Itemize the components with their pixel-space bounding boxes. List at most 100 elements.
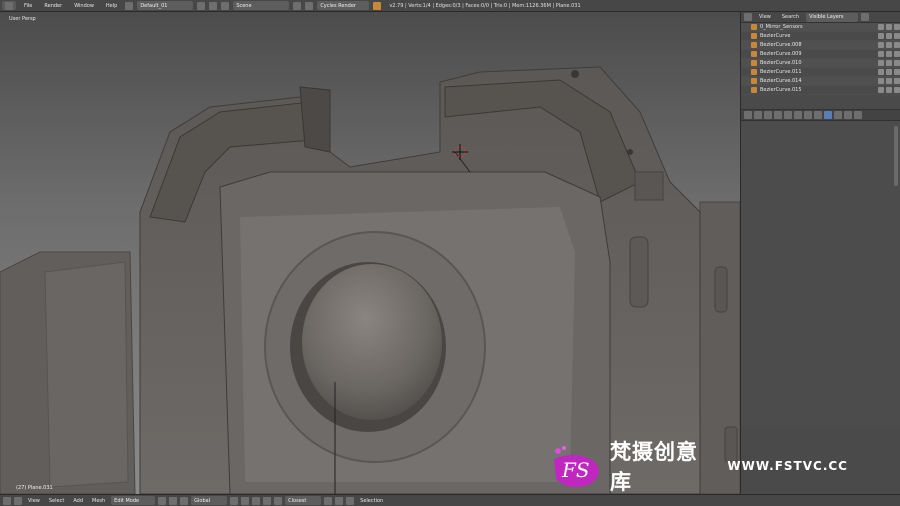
shading-icon[interactable] (158, 496, 167, 505)
outliner-item[interactable]: BezierCurve (741, 32, 900, 41)
edge-select-icon[interactable] (241, 496, 250, 505)
outliner-item[interactable]: BezierCurve.015 (741, 86, 900, 95)
menu-view[interactable]: View (25, 498, 43, 504)
render-tab-icon[interactable] (744, 111, 752, 119)
eye-icon[interactable] (878, 87, 884, 93)
camera-icon[interactable] (894, 69, 900, 75)
outliner-filter-value: Visible Layers (809, 14, 844, 20)
texture-tab-icon[interactable] (834, 111, 842, 119)
eye-icon[interactable] (878, 69, 884, 75)
outliner-search-icon[interactable] (861, 13, 870, 21)
collapse-menu-icon[interactable] (14, 496, 22, 505)
viewport-label: User Persp (9, 16, 36, 22)
screen-layout-field[interactable]: Default_01 (137, 1, 194, 10)
stats-text: v2.79 | Verts:1/4 | Edges:0/3 | Faces:0/… (389, 2, 581, 9)
data-tab-icon[interactable] (814, 111, 822, 119)
material-tab-icon[interactable] (824, 111, 832, 119)
menu-select[interactable]: Select (46, 498, 67, 504)
close-layout-icon[interactable] (209, 1, 218, 10)
eye-icon[interactable] (878, 60, 884, 66)
object-icon (751, 87, 757, 93)
outliner-item[interactable]: BezierCurve.010 (741, 59, 900, 68)
mode-select[interactable]: Edit Mode (111, 496, 156, 505)
properties-scrollbar[interactable] (894, 126, 898, 186)
close-scene-icon[interactable] (305, 1, 314, 10)
outliner-item-label: BezierCurve.011 (760, 69, 802, 75)
menu-window[interactable]: Window (70, 3, 98, 9)
menu-help[interactable]: Help (102, 3, 121, 9)
cursor-icon[interactable] (886, 78, 892, 84)
object-icon (751, 69, 757, 75)
menu-add[interactable]: Add (70, 498, 86, 504)
scene-tab-icon[interactable] (764, 111, 772, 119)
eye-icon[interactable] (878, 33, 884, 39)
outliner-view-menu[interactable]: View (755, 14, 775, 20)
world-tab-icon[interactable] (774, 111, 782, 119)
eye-icon[interactable] (878, 51, 884, 57)
constraints-tab-icon[interactable] (794, 111, 802, 119)
editor-type-icon[interactable] (3, 496, 11, 505)
camera-icon[interactable] (894, 87, 900, 93)
right-panels: View Search Visible Layers 0_Mirror_Sens… (740, 12, 900, 494)
outliner-item[interactable]: BezierCurve.011 (741, 68, 900, 77)
snap-icon[interactable] (324, 496, 333, 505)
physics-tab-icon[interactable] (854, 111, 862, 119)
object-tab-icon[interactable] (784, 111, 792, 119)
face-select-icon[interactable] (252, 496, 261, 505)
outliner-item-label: BezierCurve.008 (760, 42, 802, 48)
camera-icon[interactable] (894, 51, 900, 57)
blender-logo-icon (373, 1, 382, 10)
fs-logo: FS (548, 443, 604, 489)
outliner-item[interactable]: 0_Mirror_Sensors (741, 23, 900, 32)
pivot-icon[interactable] (169, 496, 178, 505)
snap-target-icon[interactable] (335, 496, 344, 505)
modifiers-tab-icon[interactable] (804, 111, 812, 119)
layers-tab-icon[interactable] (754, 111, 762, 119)
outliner-filter-select[interactable]: Visible Layers (806, 12, 859, 22)
occlude-icon[interactable] (263, 496, 272, 505)
active-object-label: (27) Plane.031 (16, 485, 53, 491)
render-preview-icon[interactable] (346, 496, 355, 505)
outliner-item[interactable]: BezierCurve.014 (741, 77, 900, 86)
cursor-icon[interactable] (886, 60, 892, 66)
eye-icon[interactable] (878, 42, 884, 48)
cursor-icon[interactable] (886, 51, 892, 57)
menu-render[interactable]: Render (40, 3, 66, 9)
cursor-icon[interactable] (886, 33, 892, 39)
outliner-item[interactable]: BezierCurve.008 (741, 41, 900, 50)
camera-icon[interactable] (894, 42, 900, 48)
add-layout-icon[interactable] (197, 1, 206, 10)
editor-type-button[interactable] (2, 1, 16, 10)
scene-icon (221, 1, 230, 10)
outliner-editor-icon[interactable] (744, 13, 752, 21)
manipulator-icon[interactable] (180, 496, 189, 505)
object-icon (751, 51, 757, 57)
vertex-select-icon[interactable] (230, 496, 239, 505)
cursor-icon[interactable] (886, 87, 892, 93)
outliner-item[interactable]: BezierCurve.009 (741, 50, 900, 59)
render-engine-select[interactable]: Cycles Render (317, 1, 370, 10)
cursor-icon[interactable] (886, 24, 892, 30)
screen-layout-value: Default_01 (140, 2, 168, 9)
scene-field[interactable]: Scene (233, 1, 290, 10)
3d-viewport[interactable]: User Persp (27) Plane.031 (0, 12, 740, 494)
cursor-icon[interactable] (886, 69, 892, 75)
eye-icon[interactable] (878, 24, 884, 30)
watermark-url: WWW.FSTVC.CC (727, 459, 848, 473)
cursor-icon[interactable] (886, 42, 892, 48)
orientation-select[interactable]: Global (191, 496, 228, 505)
particles-tab-icon[interactable] (844, 111, 852, 119)
proportional-edit-icon[interactable] (274, 496, 283, 505)
camera-icon[interactable] (894, 24, 900, 30)
menu-file[interactable]: File (20, 3, 36, 9)
camera-icon[interactable] (894, 33, 900, 39)
properties-panel[interactable] (741, 122, 900, 427)
add-scene-icon[interactable] (293, 1, 302, 10)
proportional-falloff-select[interactable]: Closest (285, 496, 322, 505)
camera-icon[interactable] (894, 60, 900, 66)
menu-mesh[interactable]: Mesh (89, 498, 108, 504)
camera-icon[interactable] (894, 78, 900, 84)
outliner-search-menu[interactable]: Search (778, 14, 803, 20)
eye-icon[interactable] (878, 78, 884, 84)
scene-value: Scene (236, 2, 252, 9)
